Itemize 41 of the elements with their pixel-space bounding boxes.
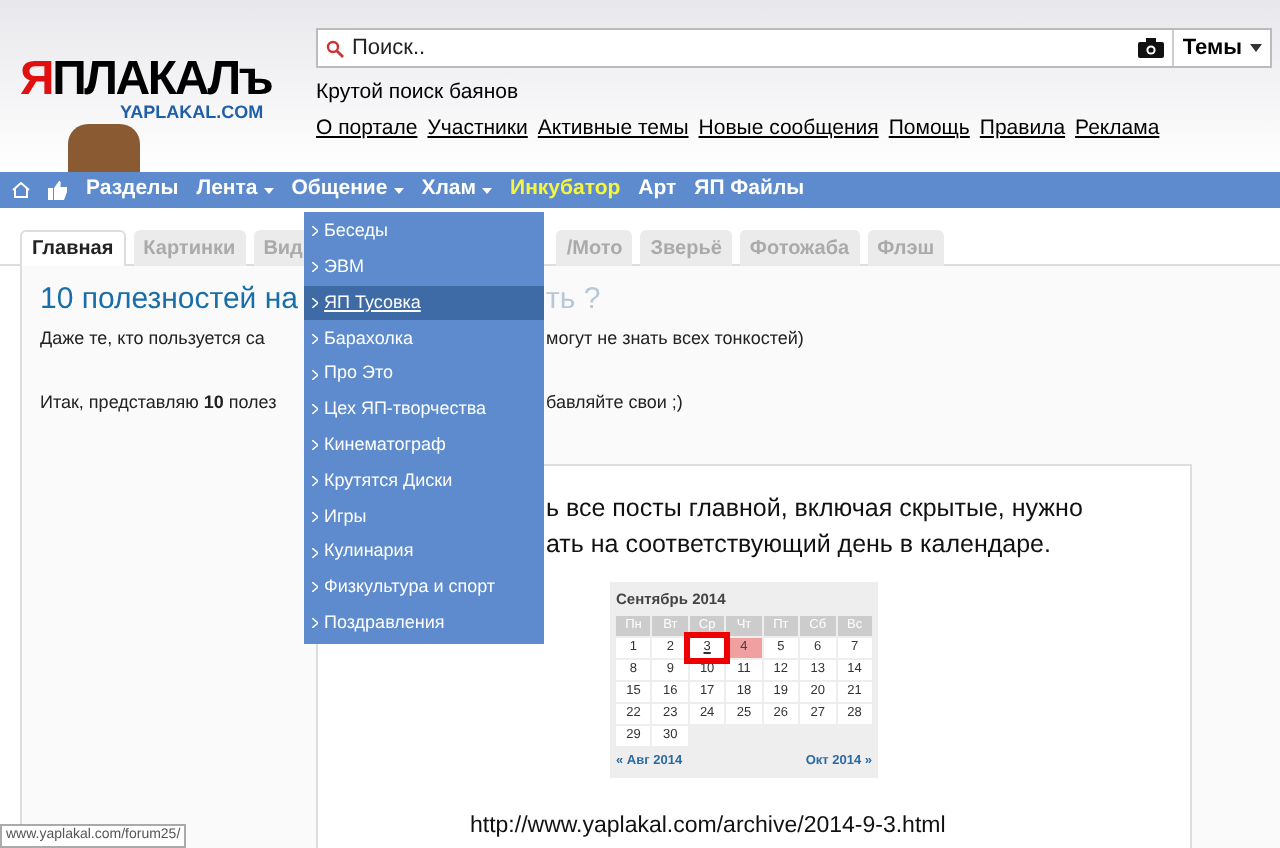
- top-link[interactable]: О портале: [316, 113, 418, 145]
- top-link[interactable]: Помощь: [888, 113, 970, 145]
- top-link[interactable]: Реклама: [1075, 113, 1160, 145]
- dog-photo-placeholder: [68, 124, 140, 172]
- menu-item[interactable]: ЯП Тусовка: [304, 285, 544, 321]
- caption-text: ать на соответствующий день в календаре.: [546, 528, 1051, 562]
- chevron-icon: [312, 369, 318, 380]
- home-icon[interactable]: [12, 182, 30, 198]
- search-icon: [326, 39, 344, 57]
- chevron-icon: [312, 618, 318, 629]
- text-fragment: бавляйте свои ;): [546, 389, 683, 416]
- search-field[interactable]: Поиск.. Темы: [316, 28, 1272, 68]
- top-link[interactable]: Участники: [427, 113, 528, 145]
- caret-icon: [1250, 44, 1262, 52]
- text-fragment: Итак, представляю 10 полез: [40, 389, 279, 416]
- logo-domain: YAPLAKAL.COM: [120, 104, 264, 122]
- caption-text: ь все посты главной, включая скрытые, нужно: [546, 492, 1083, 526]
- post-title: 10 полезностей на: [40, 280, 300, 320]
- scope-dropdown[interactable]: Темы: [1172, 30, 1262, 66]
- top-link[interactable]: Правила: [979, 113, 1066, 145]
- tagline: Крутой поиск баянов: [316, 78, 519, 108]
- chevron-icon: [312, 475, 318, 486]
- thumbs-up-icon[interactable]: [48, 180, 68, 200]
- camera-icon[interactable]: [1138, 38, 1165, 58]
- chevron-icon: [312, 226, 318, 237]
- chevron-icon: [312, 262, 318, 273]
- top-link[interactable]: Активные темы: [537, 113, 689, 145]
- post-title: ть ?: [546, 280, 601, 320]
- chevron-icon: [312, 333, 318, 344]
- chevron-icon: [312, 404, 318, 415]
- chevron-icon: [312, 440, 318, 451]
- logo-text: ЯПЛАКАЛъ: [20, 56, 272, 104]
- chevron-icon: [312, 582, 318, 593]
- text-fragment: Даже те, кто пользуется са: [40, 326, 267, 352]
- chevron-icon: [312, 547, 318, 558]
- tab[interactable]: Главная: [20, 230, 126, 266]
- top-link[interactable]: Новые сообщения: [698, 113, 879, 145]
- chevron-icon: [312, 297, 318, 308]
- text-fragment: могут не знать всех тонкостей): [546, 326, 804, 352]
- chevron-icon: [312, 511, 318, 522]
- url-text: http://www.yaplakal.com/archive/2014-9-3.html: [470, 812, 946, 842]
